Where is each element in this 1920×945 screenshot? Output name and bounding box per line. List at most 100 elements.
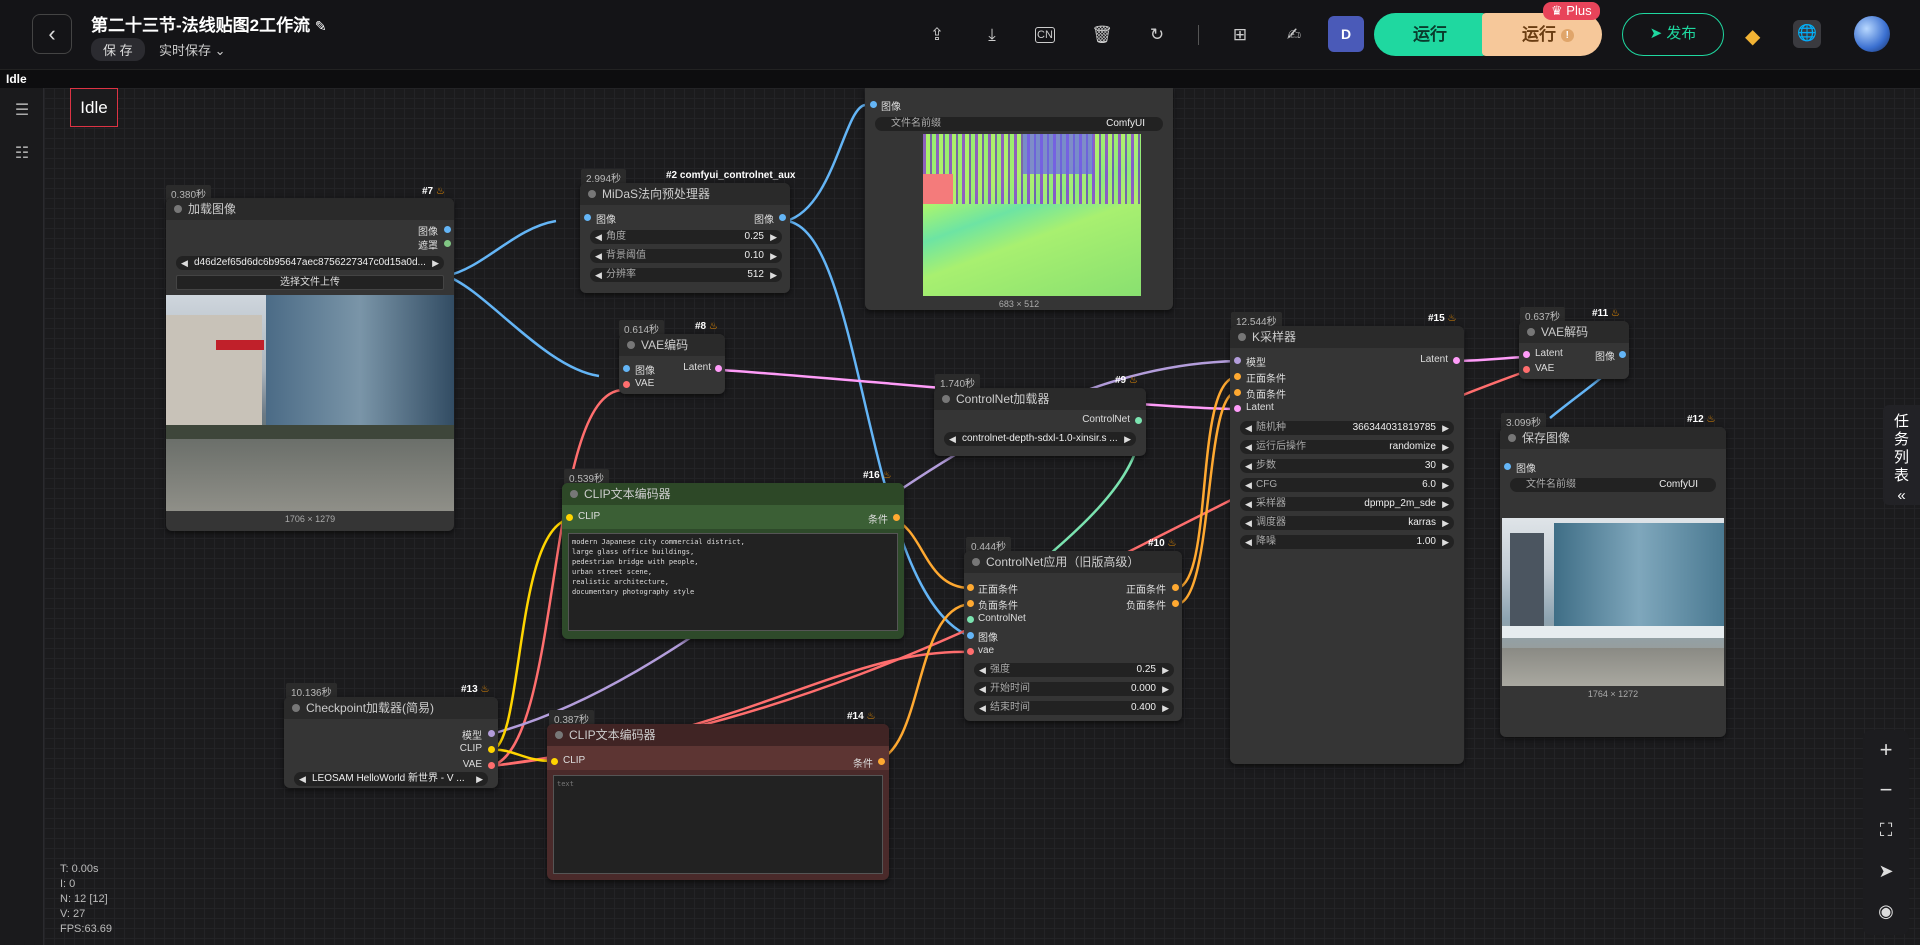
output-latent-port[interactable]: Latent [1420, 354, 1448, 365]
port-dot[interactable] [893, 514, 900, 521]
input-model-port[interactable]: 模型 [1246, 354, 1266, 369]
output-clip-port[interactable]: CLIP [460, 743, 482, 754]
port-dot[interactable] [967, 600, 974, 607]
filename-prefix-widget[interactable]: 文件名前缀 ComfyUI [875, 117, 1163, 131]
port-dot[interactable] [1523, 351, 1530, 358]
port-dot[interactable] [623, 381, 630, 388]
port-dot[interactable] [444, 226, 451, 233]
load-image-node[interactable]: 加载图像 图像 遮罩 ◀ d46d2ef65d6dc6b95647aec87562… [166, 198, 454, 531]
download-icon[interactable]: ⤓ [981, 24, 1003, 46]
port-dot[interactable] [1234, 389, 1241, 396]
task-list-tab[interactable]: 任务列表 « [1883, 405, 1920, 505]
port-dot[interactable] [1234, 373, 1241, 380]
steps-widget[interactable]: ◀ 步数 30 ▶ [1240, 459, 1454, 473]
port-dot[interactable] [566, 514, 573, 521]
node-title[interactable]: ControlNet应用（旧版高级） [964, 551, 1182, 573]
port-dot[interactable] [1172, 584, 1179, 591]
ksampler-node[interactable]: K采样器 模型 正面条件 负面条件 Latent Latent ◀ 随机种 3663… [1230, 326, 1464, 764]
strength-widget[interactable]: ◀ 强度 0.25 ▶ [974, 663, 1174, 677]
input-image-port[interactable]: 图像 [881, 98, 901, 113]
upload-file-button[interactable]: 选择文件上传 [176, 275, 444, 290]
output-image-port[interactable]: 图像 [1595, 348, 1615, 363]
input-negative-port[interactable]: 负面条件 [978, 597, 1018, 612]
clip-negative-node[interactable]: CLIP文本编码器 CLIP 条件 text [547, 724, 889, 880]
controlnet-loader-node[interactable]: ControlNet加载器 ControlNet ◀ controlnet-dep… [934, 388, 1146, 456]
trash-icon[interactable]: 🗑 [1091, 24, 1113, 46]
refresh-icon[interactable]: ↻ [1146, 24, 1168, 46]
end-time-widget[interactable]: ◀ 结束时间 0.400 ▶ [974, 701, 1174, 715]
edit-icon[interactable]: ✎ [315, 18, 327, 34]
port-dot[interactable] [1619, 351, 1626, 358]
input-controlnet-port[interactable]: ControlNet [978, 613, 1026, 624]
input-negative-port[interactable]: 负面条件 [1246, 386, 1286, 401]
preview-image-node[interactable]: 图像 文件名前缀 ComfyUI 683 × 512 [865, 88, 1173, 310]
input-image-port[interactable]: 图像 [1516, 460, 1536, 475]
input-image-port[interactable]: 图像 [635, 362, 655, 377]
edit-note-icon[interactable]: ✍ [1283, 24, 1305, 46]
document-icon[interactable]: ☰ [13, 100, 31, 119]
port-dot[interactable] [488, 730, 495, 737]
prompt-textarea[interactable]: text [553, 775, 883, 874]
save-image-node[interactable]: 保存图像 图像 文件名前缀 ComfyUI 1764 × 1272 [1500, 427, 1726, 737]
input-vae-port[interactable]: vae [978, 645, 994, 656]
globe-icon[interactable]: 🌐 [1793, 20, 1821, 48]
clip-positive-node[interactable]: CLIP文本编码器 CLIP 条件 modern Japanese city c… [562, 483, 904, 639]
denoise-widget[interactable]: ◀ 降噪 1.00 ▶ [1240, 535, 1454, 549]
port-dot[interactable] [967, 616, 974, 623]
port-dot[interactable] [551, 758, 558, 765]
input-positive-port[interactable]: 正面条件 [1246, 370, 1286, 385]
port-dot[interactable] [779, 214, 786, 221]
output-image-port[interactable]: 图像 [418, 223, 438, 238]
port-dot[interactable] [488, 746, 495, 753]
node-title[interactable]: MiDaS法向预处理器 [580, 183, 790, 205]
scheduler-widget[interactable]: ◀ 调度器 karras ▶ [1240, 516, 1454, 530]
port-dot[interactable] [715, 365, 722, 372]
resolution-widget[interactable]: ◀ 分辨率 512 ▶ [590, 268, 782, 282]
grid-icon[interactable]: ⊞ [1229, 24, 1251, 46]
output-negative-port[interactable]: 负面条件 [1126, 597, 1166, 612]
input-latent-port[interactable]: Latent [1535, 348, 1563, 359]
port-dot[interactable] [1523, 366, 1530, 373]
node-title[interactable]: ControlNet加载器 [934, 388, 1146, 410]
controlnet-apply-node[interactable]: ControlNet应用（旧版高级） 正面条件 负面条件 ControlNet … [964, 551, 1182, 721]
node-title[interactable]: VAE编码 [619, 334, 725, 356]
output-image-port[interactable]: 图像 [754, 211, 774, 226]
port-dot[interactable] [1234, 357, 1241, 364]
output-conditioning-port[interactable]: 条件 [853, 755, 873, 770]
node-canvas[interactable]: 0.380秒 #7 ♨ 加载图像 图像 遮罩 ◀ d46d2ef65d6dc6b9… [44, 88, 1920, 945]
navigate-icon[interactable]: ➤ [1867, 852, 1905, 890]
discord-button[interactable]: D [1328, 16, 1364, 52]
port-dot[interactable] [444, 240, 451, 247]
vae-decode-node[interactable]: VAE解码 Latent VAE 图像 [1519, 321, 1629, 379]
midas-normal-node[interactable]: MiDaS法向预处理器 图像 图像 ◀ 角度 0.25 ▶ ◀ 背景阈值 0.10 ▶ ◀ 分… [580, 183, 790, 293]
port-dot[interactable] [584, 214, 591, 221]
output-model-port[interactable]: 模型 [462, 727, 482, 742]
cn-icon[interactable]: CN [1035, 27, 1055, 43]
node-title[interactable]: K采样器 [1230, 326, 1464, 348]
port-dot[interactable] [623, 365, 630, 372]
output-vae-port[interactable]: VAE [463, 759, 482, 770]
node-title[interactable]: CLIP文本编码器 [562, 483, 904, 505]
image-file-select[interactable]: ◀ d46d2ef65d6dc6b95647aec8756227347c0d15a… [176, 256, 444, 270]
back-button[interactable]: ‹ [32, 14, 72, 54]
port-dot[interactable] [967, 632, 974, 639]
zoom-out-icon[interactable]: − [1867, 771, 1905, 809]
start-time-widget[interactable]: ◀ 开始时间 0.000 ▶ [974, 682, 1174, 696]
output-controlnet-port[interactable]: ControlNet [1082, 414, 1130, 425]
fit-view-icon[interactable]: ⛶ [1867, 811, 1905, 849]
input-clip-port[interactable]: CLIP [563, 755, 585, 766]
hierarchy-icon[interactable]: ☷ [13, 143, 31, 162]
avatar[interactable] [1854, 16, 1890, 52]
seed-widget[interactable]: ◀ 随机种 366344031819785 ▶ [1240, 421, 1454, 435]
node-title[interactable]: Checkpoint加载器(简易) [284, 697, 498, 719]
zoom-in-icon[interactable]: + [1867, 731, 1905, 769]
eye-icon[interactable]: ◉ [1867, 892, 1905, 930]
autosave-dropdown[interactable]: 实时保存 ⌄ [159, 40, 226, 59]
bg-threshold-widget[interactable]: ◀ 背景阈值 0.10 ▶ [590, 249, 782, 263]
output-positive-port[interactable]: 正面条件 [1126, 581, 1166, 596]
port-dot[interactable] [1234, 405, 1241, 412]
prompt-textarea[interactable]: modern Japanese city commercial district… [568, 533, 898, 631]
filename-prefix-widget[interactable]: 文件名前缀 ComfyUI [1510, 478, 1716, 492]
input-clip-port[interactable]: CLIP [578, 511, 600, 522]
input-image-port[interactable]: 图像 [978, 629, 998, 644]
